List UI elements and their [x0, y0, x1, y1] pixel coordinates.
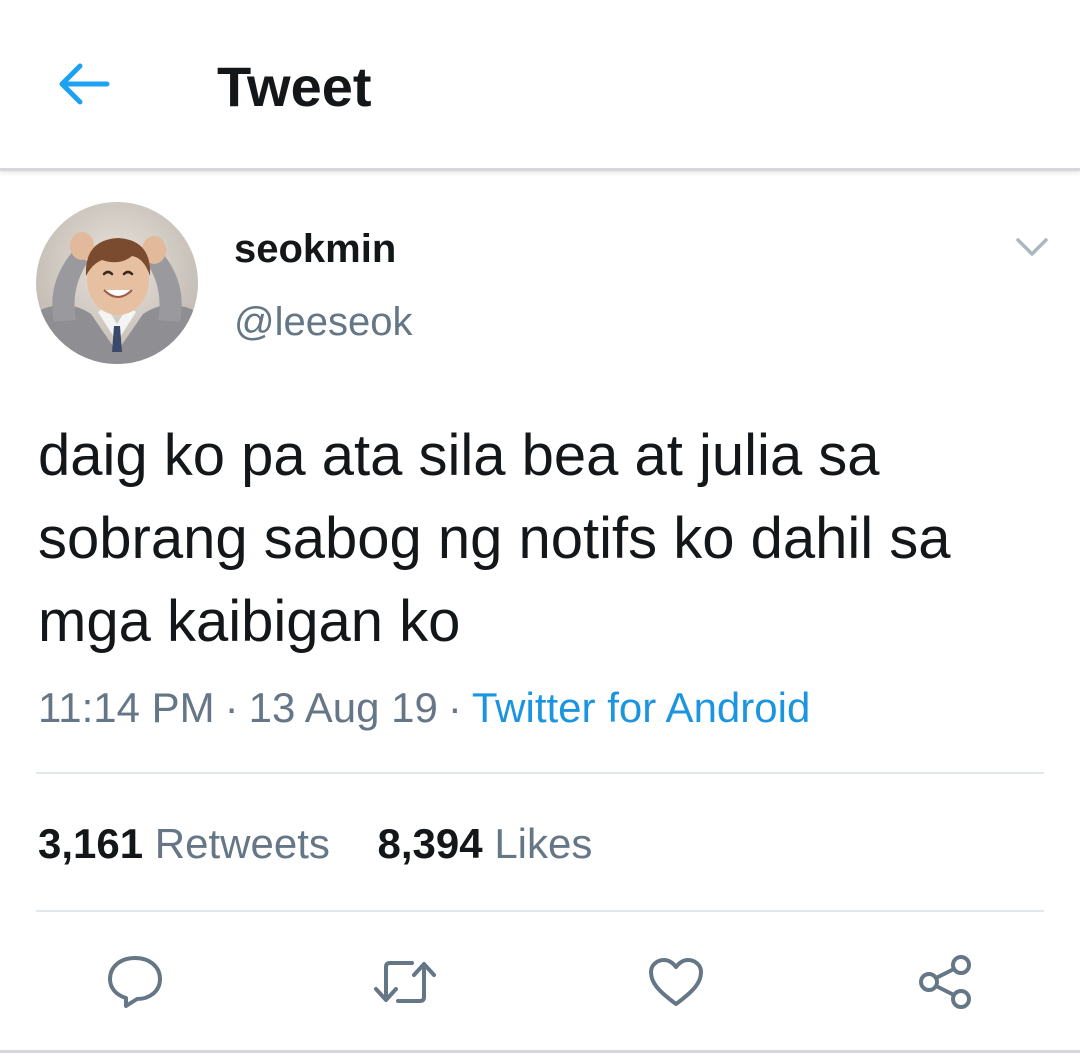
reply-button[interactable] [95, 942, 175, 1022]
display-name[interactable]: seokmin [234, 224, 396, 274]
like-button[interactable] [636, 942, 716, 1022]
likes-stat[interactable]: 8,394 Likes [378, 816, 593, 872]
heart-icon [649, 958, 703, 1006]
tweet-text: daig ko pa ata sila bea at julia sa sobr… [38, 423, 951, 654]
app-bar: Tweet [0, 0, 1080, 171]
retweet-button[interactable] [365, 942, 445, 1022]
chevron-down-icon [1016, 238, 1048, 256]
tweet-options-button[interactable] [1004, 222, 1060, 272]
tweet-meta: 11:14 PM · 13 Aug 19 · Twitter for Android [38, 680, 810, 736]
tweet-time: 11:14 PM [38, 684, 215, 731]
likes-count: 8,394 [377, 820, 483, 867]
divider [36, 772, 1044, 774]
bottom-divider [0, 1050, 1080, 1053]
user-handle[interactable]: @leeseok [234, 297, 412, 347]
tweet-action-bar [0, 942, 1080, 1022]
back-button[interactable] [46, 46, 122, 122]
meta-separator: · [224, 684, 239, 731]
retweets-stat[interactable]: 3,161 Retweets [38, 816, 330, 872]
engagement-stats: 3,161 Retweets 8,394 Likes [38, 816, 592, 872]
retweets-count: 3,161 [38, 820, 144, 867]
retweet-icon [374, 961, 436, 1003]
retweets-label: Retweets [154, 820, 330, 867]
avatar[interactable] [36, 202, 198, 364]
share-icon [919, 955, 971, 1009]
profile-photo [36, 202, 198, 364]
meta-separator: · [447, 684, 462, 731]
likes-label: Likes [494, 820, 593, 867]
back-arrow-icon [59, 63, 110, 105]
reply-icon [108, 956, 162, 1008]
page-title: Tweet [217, 55, 372, 118]
tweet-date: 13 Aug 19 [248, 684, 438, 731]
divider [36, 910, 1044, 912]
share-button[interactable] [906, 942, 986, 1022]
tweet-source-link[interactable]: Twitter for Android [472, 684, 810, 731]
